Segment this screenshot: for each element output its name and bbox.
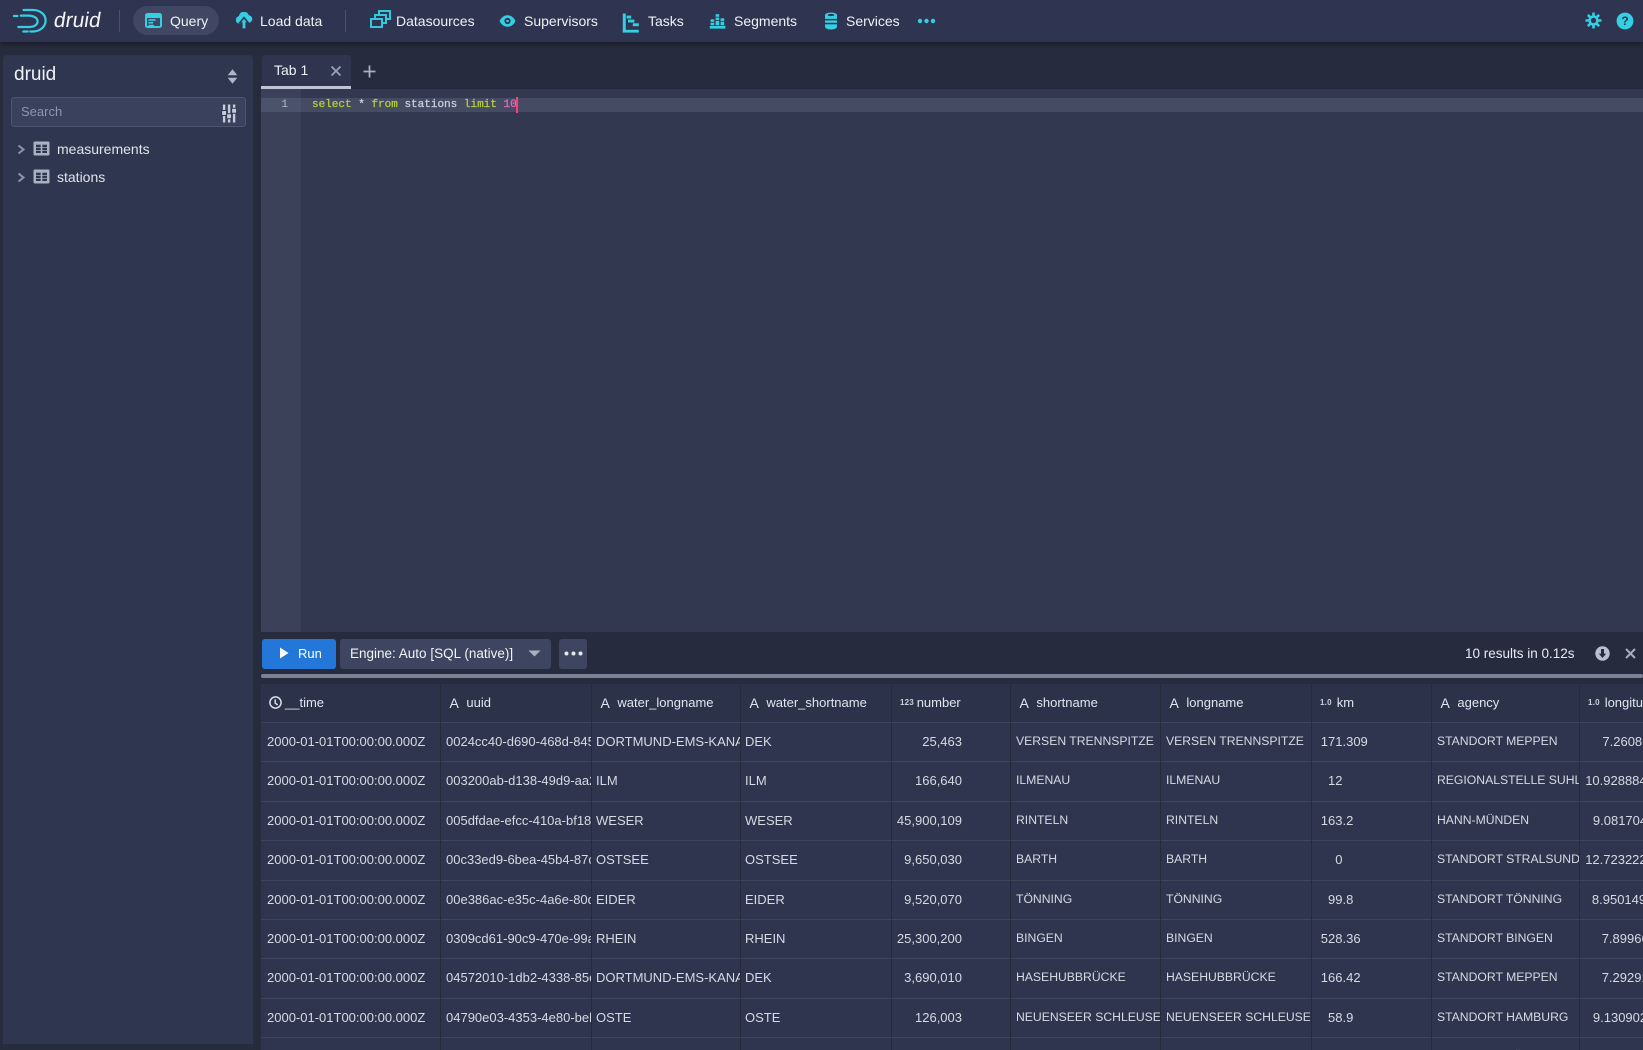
svg-text:?: ? <box>1621 14 1628 28</box>
